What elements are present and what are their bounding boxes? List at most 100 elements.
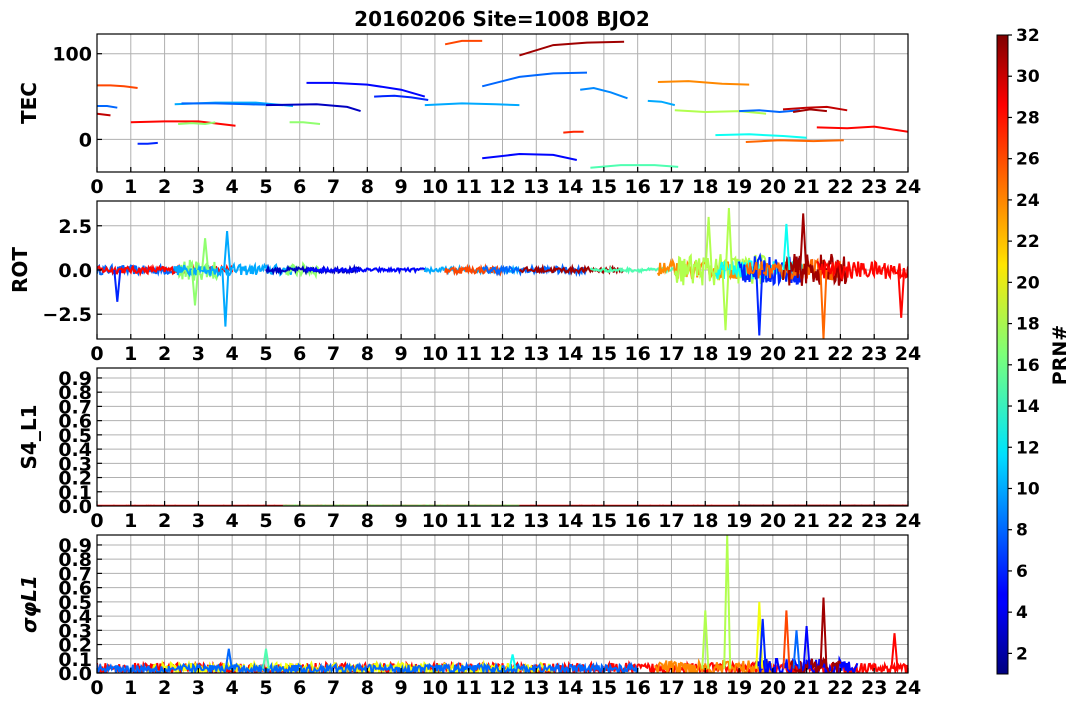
y-axis-label: S4_L1 <box>17 405 41 470</box>
x-tick-label: 0 <box>90 510 103 532</box>
chart-canvas: 20160206 Site=1008 BJO2 0123456789101112… <box>0 0 1077 709</box>
x-tick-label: 4 <box>226 176 239 198</box>
x-tick-label: 3 <box>192 343 205 365</box>
panel-rot: 0123456789101112131415161718192021222324… <box>8 201 921 365</box>
x-tick-label: 10 <box>422 510 448 532</box>
colorbar-tick-label: 16 <box>1016 356 1040 376</box>
x-tick-label: 11 <box>455 510 481 532</box>
tec-arc-prn-27 <box>563 132 583 133</box>
colorbar-gradient <box>997 35 1008 674</box>
rot-spike-prn-6 <box>114 270 120 302</box>
colorbar-tick-label: 14 <box>1016 397 1040 417</box>
x-tick-label: 0 <box>90 176 103 198</box>
x-tick-label: 23 <box>861 343 887 365</box>
x-tick-label: 15 <box>591 176 617 198</box>
x-tick-label: 8 <box>361 343 374 365</box>
x-tick-label: 9 <box>395 176 408 198</box>
y-axis: 0.00.10.20.30.40.50.60.70.80.9 <box>58 368 102 518</box>
colorbar-tick-label: 6 <box>1016 562 1028 582</box>
x-tick-label: 24 <box>895 176 921 198</box>
x-tick-label: 2 <box>158 343 171 365</box>
x-tick-label: 22 <box>827 176 853 198</box>
x-tick-label: 14 <box>557 677 583 699</box>
colorbar-tick-label: 8 <box>1016 521 1028 541</box>
y-axis: 0.00.10.20.30.40.50.60.70.80.9 <box>58 535 102 685</box>
x-tick-label: 17 <box>658 677 684 699</box>
tec-arc-prn-28 <box>817 127 908 132</box>
x-tick-label: 15 <box>591 677 617 699</box>
x-tick-label: 23 <box>861 677 887 699</box>
colorbar-tick-label: 2 <box>1016 644 1028 664</box>
x-tick-label: 8 <box>361 176 374 198</box>
colorbar-tick-label: 4 <box>1016 603 1028 623</box>
x-tick-label: 21 <box>793 176 819 198</box>
colorbar: 2468101214161820222426283032 PRN# <box>997 26 1071 674</box>
x-tick-label: 8 <box>361 510 374 532</box>
x-tick-label: 9 <box>395 510 408 532</box>
x-tick-label: 18 <box>692 343 718 365</box>
x-tick-label: 6 <box>293 343 306 365</box>
x-tick-label: 16 <box>624 510 650 532</box>
x-tick-label: 0 <box>90 343 103 365</box>
x-tick-label: 7 <box>327 510 340 532</box>
x-tick-label: 20 <box>760 510 786 532</box>
x-tick-label: 24 <box>895 343 921 365</box>
rot-spike-prn-18 <box>726 208 732 270</box>
x-tick-label: 24 <box>895 510 921 532</box>
tec-arc-prn-30 <box>97 114 111 116</box>
figure-title: 20160206 Site=1008 BJO2 <box>354 7 650 31</box>
x-tick-label: 23 <box>861 176 887 198</box>
tec-arc-prn-26 <box>97 85 138 88</box>
x-tick-label: 13 <box>523 677 549 699</box>
x-tick-label: 16 <box>624 343 650 365</box>
y-axis: 0100 <box>52 44 102 152</box>
x-tick-label: 2 <box>158 510 171 532</box>
x-tick-label: 5 <box>259 176 272 198</box>
colorbar-tick-label: 32 <box>1016 26 1040 46</box>
x-tick-label: 20 <box>760 677 786 699</box>
x-tick-label: 12 <box>489 176 515 198</box>
x-tick-label: 15 <box>591 510 617 532</box>
x-tick-label: 4 <box>226 343 239 365</box>
x-tick-label: 2 <box>158 677 171 699</box>
x-tick-label: 7 <box>327 677 340 699</box>
x-tick-label: 18 <box>692 677 718 699</box>
tec-arc-prn-26 <box>445 41 482 44</box>
y-tick-label: 100 <box>52 44 92 66</box>
x-tick-label: 2 <box>158 176 171 198</box>
y-tick-label: 2.5 <box>58 216 92 238</box>
y-axis-label: ROT <box>8 247 32 293</box>
x-tick-label: 6 <box>293 176 306 198</box>
y-axis-label: TEC <box>17 82 41 124</box>
colorbar-tick-label: 28 <box>1016 108 1040 128</box>
colorbar-tick-label: 24 <box>1016 191 1040 211</box>
rot-spike-prn-6 <box>756 270 762 336</box>
x-tick-label: 23 <box>861 510 887 532</box>
x-tick-label: 15 <box>591 343 617 365</box>
x-tick-label: 14 <box>557 176 583 198</box>
x-tick-label: 20 <box>760 343 786 365</box>
grid <box>97 535 908 673</box>
x-tick-label: 12 <box>489 510 515 532</box>
x-tick-label: 13 <box>523 176 549 198</box>
x-tick-label: 13 <box>523 343 549 365</box>
x-tick-label: 9 <box>395 677 408 699</box>
x-tick-label: 16 <box>624 677 650 699</box>
colorbar-tick-label: 20 <box>1016 273 1040 293</box>
x-tick-label: 3 <box>192 176 205 198</box>
rot-spike-prn-18 <box>723 270 729 330</box>
x-tick-label: 3 <box>192 510 205 532</box>
x-tick-label: 14 <box>557 510 583 532</box>
x-tick-label: 19 <box>726 677 752 699</box>
tec-arc-prn-6 <box>138 143 158 144</box>
colorbar-label: PRN# <box>1049 325 1071 385</box>
x-tick-label: 21 <box>793 677 819 699</box>
grid <box>97 368 908 506</box>
x-tick-label: 14 <box>557 343 583 365</box>
x-tick-label: 11 <box>455 176 481 198</box>
y-tick-label: 0.9 <box>58 368 92 390</box>
y-tick-label: 0.9 <box>58 535 92 557</box>
x-tick-label: 1 <box>124 343 137 365</box>
x-tick-label: 10 <box>422 176 448 198</box>
x-tick-label: 20 <box>760 176 786 198</box>
